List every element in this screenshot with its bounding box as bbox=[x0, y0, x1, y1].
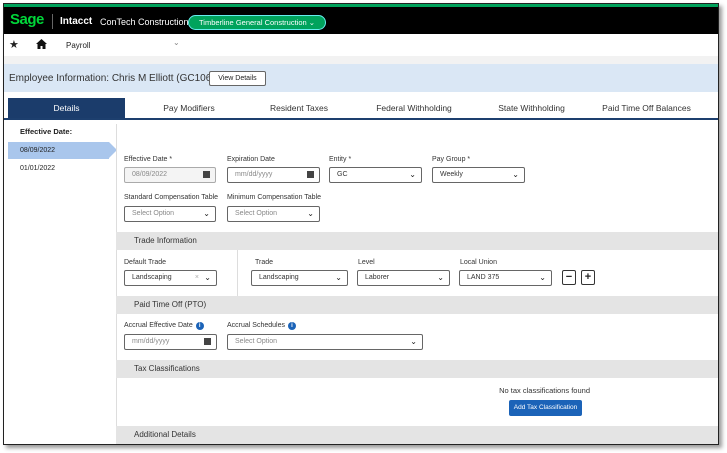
view-details-button[interactable]: View Details bbox=[209, 71, 266, 86]
level-label: Level bbox=[358, 259, 375, 266]
accrual-date-input[interactable]: mm/dd/yyyy bbox=[124, 334, 217, 350]
nav-bar: ★ Payroll ⌄ bbox=[4, 34, 718, 56]
value: GC bbox=[337, 171, 348, 178]
section-trade-information: Trade Information bbox=[116, 232, 718, 250]
value: Landscaping bbox=[132, 274, 172, 281]
employee-header: Employee Information: Chris M Elliott (G… bbox=[4, 64, 718, 92]
add-tax-classification-button[interactable]: Add Tax Classification bbox=[509, 400, 582, 416]
pay-group-label: Pay Group * bbox=[432, 156, 471, 163]
calendar-icon[interactable] bbox=[203, 171, 210, 178]
tab-bar: Details Pay Modifiers Resident Taxes Fed… bbox=[4, 98, 718, 120]
level-select[interactable]: Laborer ⌄ bbox=[357, 270, 450, 286]
star-icon[interactable]: ★ bbox=[9, 38, 19, 51]
expiration-date-input[interactable]: mm/dd/yyyy bbox=[227, 167, 320, 183]
local-union-label: Local Union bbox=[460, 259, 497, 266]
std-comp-label: Standard Compensation Table bbox=[124, 194, 219, 201]
chevron-down-icon: ⌄ bbox=[409, 170, 416, 179]
accrual-schedules-label: Accrual Schedules i bbox=[227, 322, 296, 330]
chevron-down-icon: ⌄ bbox=[307, 209, 314, 218]
expiration-date-label: Expiration Date bbox=[227, 156, 275, 163]
entity-select[interactable]: GC ⌄ bbox=[329, 167, 422, 183]
label-text: Accrual Schedules bbox=[227, 322, 285, 329]
effective-date-label: Effective Date * bbox=[124, 156, 173, 163]
tab-federal-withholding[interactable]: Federal Withholding bbox=[354, 98, 474, 118]
trade-label: Trade bbox=[255, 259, 274, 266]
tab-resident-taxes[interactable]: Resident Taxes bbox=[244, 98, 354, 118]
info-icon[interactable]: i bbox=[195, 322, 204, 330]
sidebar-heading: Effective Date: bbox=[20, 127, 73, 136]
remove-trade-button[interactable]: − bbox=[562, 270, 576, 285]
value: Landscaping bbox=[259, 274, 299, 281]
accrual-schedules-select[interactable]: Select Option ⌄ bbox=[227, 334, 423, 350]
std-comp-select[interactable]: Select Option ⌄ bbox=[124, 206, 216, 222]
page-title: Employee Information: Chris M Elliott (G… bbox=[9, 73, 215, 84]
chevron-down-icon[interactable]: ⌄ bbox=[173, 38, 180, 47]
clear-icon[interactable]: × bbox=[195, 271, 199, 285]
chevron-down-icon: ⌄ bbox=[410, 337, 417, 346]
default-trade-label: Default Trade bbox=[124, 259, 167, 266]
tab-details[interactable]: Details bbox=[8, 98, 125, 118]
chevron-down-icon: ⌄ bbox=[539, 273, 546, 282]
calendar-icon[interactable] bbox=[307, 171, 314, 178]
app-window: Sage Intacct ConTech Construction Timber… bbox=[3, 3, 719, 445]
entity-selector[interactable]: Timberline General Construction ⌄ bbox=[188, 15, 327, 30]
chevron-down-icon: ⌄ bbox=[335, 273, 342, 282]
placeholder: Select Option bbox=[132, 210, 175, 217]
min-comp-select[interactable]: Select Option ⌄ bbox=[227, 206, 320, 222]
min-comp-label: Minimum Compensation Table bbox=[227, 194, 322, 201]
chevron-down-icon: ⌄ bbox=[204, 273, 211, 282]
value: Laborer bbox=[365, 274, 390, 281]
divider bbox=[116, 124, 117, 444]
chevron-down-icon: ⌄ bbox=[203, 209, 210, 218]
module-name[interactable]: Payroll bbox=[66, 41, 90, 50]
tab-pay-modifiers[interactable]: Pay Modifiers bbox=[134, 98, 244, 118]
divider bbox=[237, 250, 238, 296]
home-icon[interactable] bbox=[36, 39, 47, 49]
chevron-down-icon: ⌄ bbox=[512, 170, 519, 179]
placeholder: Select Option bbox=[235, 210, 278, 217]
trade-select[interactable]: Landscaping ⌄ bbox=[251, 270, 348, 286]
section-pto: Paid Time Off (PTO) bbox=[116, 296, 718, 314]
spacer bbox=[4, 56, 718, 64]
company-name: ConTech Construction bbox=[100, 17, 189, 27]
section-tax-classifications: Tax Classifications bbox=[116, 360, 718, 378]
entity-label: Entity * bbox=[329, 156, 352, 163]
value: 08/09/2022 bbox=[132, 171, 168, 178]
calendar-icon[interactable] bbox=[204, 338, 211, 345]
info-icon[interactable]: i bbox=[287, 322, 296, 330]
chevron-down-icon: ⌄ bbox=[437, 273, 444, 282]
product-name: Intacct bbox=[60, 16, 93, 27]
placeholder: mm/dd/yyyy bbox=[132, 338, 170, 345]
date-item[interactable]: 01/01/2022 bbox=[20, 165, 55, 172]
section-additional-details: Additional Details bbox=[116, 426, 718, 444]
label-text: Accrual Effective Date bbox=[124, 322, 193, 329]
pay-group-select[interactable]: Weekly ⌄ bbox=[432, 167, 525, 183]
empty-state-text: No tax classifications found bbox=[499, 386, 590, 395]
placeholder: mm/dd/yyyy bbox=[235, 171, 273, 178]
tab-state-withholding[interactable]: State Withholding bbox=[474, 98, 589, 118]
add-trade-button[interactable]: + bbox=[581, 270, 595, 285]
default-trade-select[interactable]: Landscaping × ⌄ bbox=[124, 270, 217, 286]
value: Weekly bbox=[440, 171, 463, 178]
chevron-down-icon: ⌄ bbox=[308, 18, 316, 27]
placeholder: Select Option bbox=[235, 338, 278, 345]
tab-pto-balances[interactable]: Paid Time Off Balances bbox=[589, 98, 704, 118]
local-union-select[interactable]: LAND 375 ⌄ bbox=[459, 270, 552, 286]
sage-logo: Sage bbox=[10, 11, 44, 28]
value: LAND 375 bbox=[467, 274, 500, 281]
effective-date-input[interactable]: 08/09/2022 bbox=[124, 167, 216, 183]
divider bbox=[52, 14, 53, 29]
accrual-date-label: Accrual Effective Date i bbox=[124, 322, 204, 330]
date-item-selected[interactable]: 08/09/2022 bbox=[8, 142, 109, 159]
entity-label: Timberline General Construction bbox=[199, 18, 307, 27]
date-label: 08/09/2022 bbox=[20, 147, 56, 154]
top-bar: Sage Intacct ConTech Construction Timber… bbox=[4, 4, 718, 34]
